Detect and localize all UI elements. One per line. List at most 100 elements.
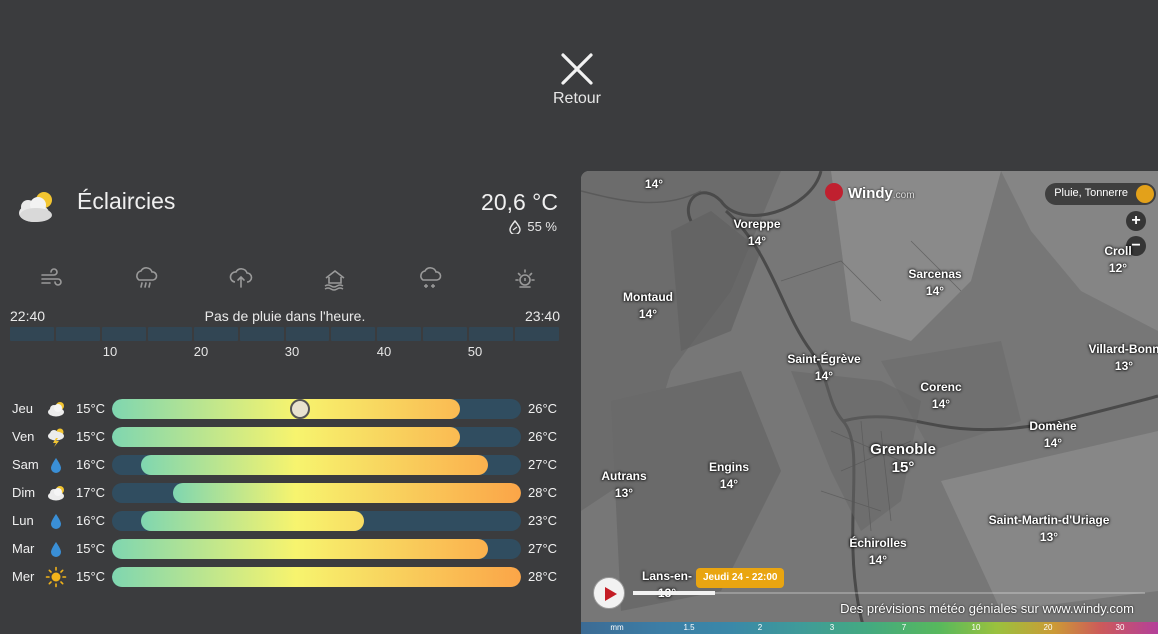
rain-drop-icon xyxy=(51,458,61,473)
humidity-value: 55 % xyxy=(527,219,557,234)
forecast-min: 15°C xyxy=(76,429,106,444)
flood-house-icon[interactable] xyxy=(322,266,348,292)
temperature-range-track xyxy=(112,427,521,447)
legend-value: 10 xyxy=(971,623,981,632)
forecast-day: Mar xyxy=(12,541,35,556)
temperature-range-track xyxy=(112,511,521,531)
city-name: Corenc xyxy=(920,380,962,394)
condition-text: Éclaircies xyxy=(77,188,176,214)
zoom-in-button[interactable]: + xyxy=(1126,211,1146,231)
legend-value: 20 xyxy=(1043,623,1053,632)
layer-selector[interactable]: Pluie, Tonnerre xyxy=(1045,183,1156,205)
city-name: Domène xyxy=(1029,419,1077,433)
city-name: Villard-Bonn xyxy=(1088,342,1158,356)
windy-logo: Windy.com xyxy=(825,183,915,202)
partly-cloudy-icon xyxy=(48,402,64,417)
snow-cloud-icon[interactable] xyxy=(417,266,443,292)
city-label: Domène 14° xyxy=(1029,418,1076,452)
city-label: Sarcenas 14° xyxy=(908,266,961,300)
precip-legend: mm 1.5 2 3 7 10 20 30 xyxy=(581,622,1158,634)
cloud-upload-icon[interactable] xyxy=(228,266,254,292)
city-temp: 13° xyxy=(1039,530,1059,544)
play-icon xyxy=(605,587,617,601)
rain-bar xyxy=(10,327,560,341)
city-label: Voreppe 14° xyxy=(733,216,780,250)
city-name: Montaud xyxy=(623,290,673,304)
play-button[interactable] xyxy=(593,577,625,609)
forecast-day: Sam xyxy=(12,457,39,472)
rain-segment xyxy=(10,327,54,341)
rain-tick: 40 xyxy=(376,344,392,359)
city-label: Lans-en-13° xyxy=(642,568,692,602)
credit-text: Des prévisions météo géniales sur xyxy=(840,601,1039,616)
forecast-row: Dim 17°C 28°C xyxy=(12,480,562,508)
city-label: Autrans 13° xyxy=(601,468,646,502)
temperature-range-fill xyxy=(112,399,460,419)
city-name: Engins xyxy=(708,460,750,474)
rain-segment xyxy=(193,327,238,341)
city-label: Corenc 14° xyxy=(920,379,961,413)
rain-tick: 50 xyxy=(467,344,483,359)
rain-segment xyxy=(515,327,560,341)
forecast-day: Jeu xyxy=(12,401,33,416)
rain-segment xyxy=(101,327,146,341)
legend-value: 3 xyxy=(829,623,835,632)
city-label: Échirolles 14° xyxy=(849,535,906,569)
rain-ticks: 10 20 30 40 50 xyxy=(10,344,559,360)
forecast-day: Mer xyxy=(12,569,35,584)
current-temperature: 20,6 °C xyxy=(481,189,558,215)
temperature-range-fill xyxy=(173,483,521,503)
city-label: Grenoble 15° xyxy=(870,441,936,477)
city-label: Montaud 14° xyxy=(623,289,673,323)
forecast-max: 26°C xyxy=(528,401,558,416)
legend-value: 7 xyxy=(901,623,907,632)
temperature-range-track xyxy=(112,399,521,419)
city-name: Échirolles xyxy=(849,536,907,550)
forecast-max: 27°C xyxy=(528,457,558,472)
rain-segment xyxy=(469,327,514,341)
rain-drop-icon xyxy=(51,514,61,529)
forecast-min: 16°C xyxy=(76,457,106,472)
layer-label: Pluie, Tonnerre xyxy=(1054,187,1128,199)
close-icon xyxy=(561,53,593,85)
rain-end-time: 23:40 xyxy=(524,308,560,324)
forecast-max: 28°C xyxy=(528,485,558,500)
temperature-range-fill xyxy=(140,455,489,475)
windy-logo-icon xyxy=(825,183,843,201)
city-temp: 13° xyxy=(614,486,634,500)
rain-tick: 30 xyxy=(284,344,300,359)
forecast-min: 16°C xyxy=(76,513,106,528)
timeline-progress xyxy=(633,591,715,595)
daily-forecast: Jeu 15°C 26°C Ven 15°C 26°C Sam 16°C 27°C Dim 17°C… xyxy=(12,396,562,592)
forecast-row: Lun 16°C 23°C xyxy=(12,508,562,536)
forecast-min: 17°C xyxy=(76,485,106,500)
back-label: Retour xyxy=(552,90,602,107)
rain-tick: 10 xyxy=(102,344,118,359)
forecast-day: Lun xyxy=(12,513,34,528)
windy-link[interactable]: www.windy.com xyxy=(1042,601,1134,616)
city-name: Croll xyxy=(1104,244,1132,258)
forecast-row: Ven 15°C 26°C xyxy=(12,424,562,452)
city-temp: 14° xyxy=(814,369,834,383)
windy-map[interactable]: Windy.com Pluie, Tonnerre + − 14° Voreppe… xyxy=(581,171,1158,634)
partly-cloudy-icon xyxy=(48,486,64,501)
temperature-range-fill xyxy=(112,539,489,559)
forecast-row: Mar 15°C 27°C xyxy=(12,536,562,564)
rain-cloud-icon[interactable] xyxy=(133,266,159,292)
temperature-range-track xyxy=(112,483,521,503)
forecast-min: 15°C xyxy=(76,541,106,556)
temperature-range-fill xyxy=(112,427,460,447)
city-temp: 15° xyxy=(891,459,915,476)
legend-value: 1.5 xyxy=(683,623,695,632)
city-temp: 12° xyxy=(1108,261,1128,275)
city-temp: 14° xyxy=(925,284,945,298)
forecast-day: Dim xyxy=(12,485,36,500)
legend-value: mm xyxy=(610,623,624,632)
timeline[interactable] xyxy=(633,591,1145,595)
sun-alert-icon[interactable] xyxy=(512,266,538,292)
weather-attributes xyxy=(38,266,538,294)
city-name: Lans-en- xyxy=(641,569,693,583)
wind-icon[interactable] xyxy=(38,266,64,292)
back-button[interactable]: Retour xyxy=(547,52,607,122)
temperature-range-fill xyxy=(112,567,521,587)
